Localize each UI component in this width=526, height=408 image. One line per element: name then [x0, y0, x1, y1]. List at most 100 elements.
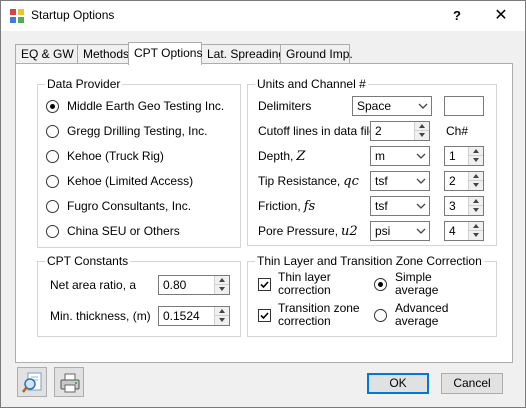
stepper-down-icon[interactable]: [469, 206, 483, 215]
stepper-up-icon[interactable]: [215, 307, 229, 316]
chevron-down-icon: [418, 103, 428, 109]
provider-label: Gregg Drilling Testing, Inc.: [67, 124, 208, 138]
tab-methods[interactable]: Methods: [77, 44, 130, 63]
stepper-down-icon[interactable]: [215, 316, 229, 325]
transition-zone-checkbox[interactable]: [258, 309, 271, 322]
depth-unit-value: m: [375, 149, 385, 163]
cutoff-lines-value: 2: [375, 124, 382, 138]
units-channel-title: Units and Channel #: [255, 77, 368, 91]
tip-resistance-unit-value: tsf: [375, 174, 388, 188]
provider-radio[interactable]: [46, 224, 59, 238]
magnifier-page-icon: [22, 372, 42, 393]
tab-eq-gw[interactable]: EQ & GW: [15, 44, 78, 63]
provider-label: Kehoe (Limited Access): [67, 174, 194, 188]
tip-resistance-channel-value: 2: [449, 174, 456, 188]
min-thickness-value: 0.1524: [163, 309, 200, 323]
channel-header: Ch#: [446, 124, 469, 138]
tip-resistance-unit-select[interactable]: tsf: [370, 171, 430, 191]
stepper-down-icon[interactable]: [415, 131, 429, 140]
stepper-down-icon[interactable]: [469, 156, 483, 165]
net-area-ratio-stepper[interactable]: 0.80: [158, 275, 230, 295]
advanced-average-label-2: average: [395, 314, 439, 328]
chevron-down-icon: [416, 153, 426, 159]
help-button[interactable]: ?: [445, 5, 469, 27]
depth-label: Depth, Z: [258, 149, 306, 164]
pore-pressure-unit-value: psi: [375, 224, 391, 238]
cancel-button[interactable]: Cancel: [441, 373, 503, 394]
cpt-options-panel: Data Provider Middle Earth Geo Testing I…: [15, 63, 513, 363]
thin-layer-title: Thin Layer and Transition Zone Correctio…: [255, 254, 484, 268]
provider-option-china-seu[interactable]: China SEU or Others: [46, 223, 180, 239]
simple-average-radio[interactable]: [374, 278, 387, 291]
simple-average-label: Simple: [395, 270, 432, 284]
stepper-up-icon[interactable]: [215, 276, 229, 285]
tab-lat-spreading[interactable]: Lat. Spreading: [201, 44, 285, 63]
provider-radio[interactable]: [46, 199, 59, 213]
provider-option-gregg[interactable]: Gregg Drilling Testing, Inc.: [46, 123, 208, 139]
net-area-ratio-label: Net area ratio, a: [50, 278, 137, 292]
preview-button[interactable]: [17, 367, 47, 397]
stepper-down-icon[interactable]: [469, 181, 483, 190]
transition-zone-correction-option[interactable]: Transition zone correction: [258, 302, 360, 328]
cutoff-lines-stepper[interactable]: 2: [370, 121, 430, 141]
stepper-down-icon[interactable]: [215, 285, 229, 294]
thin-layer-group: Thin Layer and Transition Zone Correctio…: [247, 254, 497, 337]
advanced-average-label: Advanced: [395, 301, 449, 315]
tab-ground-imp[interactable]: Ground Imp.: [280, 44, 353, 63]
pore-pressure-label: Pore Pressure, u2: [258, 224, 358, 239]
depth-channel-stepper[interactable]: 1: [444, 146, 484, 166]
tip-resistance-channel-stepper[interactable]: 2: [444, 171, 484, 191]
delimiters-label: Delimiters: [258, 99, 312, 113]
simple-average-option[interactable]: Simple average: [374, 271, 438, 297]
delimiter-custom-input[interactable]: [444, 96, 484, 116]
friction-unit-value: tsf: [375, 199, 388, 213]
cpt-constants-title: CPT Constants: [45, 254, 131, 268]
friction-unit-select[interactable]: tsf: [370, 196, 430, 216]
provider-radio[interactable]: [46, 174, 59, 188]
stepper-up-icon[interactable]: [469, 222, 483, 231]
cpt-constants-group: CPT Constants Net area ratio, a 0.80 Min…: [37, 254, 241, 337]
stepper-up-icon[interactable]: [415, 122, 429, 131]
pore-pressure-unit-select[interactable]: psi: [370, 221, 430, 241]
simple-average-label-2: average: [395, 283, 439, 297]
depth-unit-select[interactable]: m: [370, 146, 430, 166]
thin-layer-correction-option[interactable]: Thin layer correction: [258, 271, 331, 297]
pore-pressure-channel-value: 4: [449, 224, 456, 238]
advanced-average-radio[interactable]: [374, 309, 387, 322]
advanced-average-option[interactable]: Advanced average: [374, 302, 448, 328]
provider-option-kehoe-truck[interactable]: Kehoe (Truck Rig): [46, 148, 164, 164]
close-button[interactable]: ✕: [489, 5, 513, 27]
tab-cpt-options[interactable]: CPT Options: [128, 42, 202, 65]
ok-button[interactable]: OK: [367, 373, 429, 394]
stepper-down-icon[interactable]: [469, 231, 483, 240]
chevron-down-icon: [416, 178, 426, 184]
provider-radio-selected[interactable]: [46, 99, 59, 113]
provider-option-middle-earth[interactable]: Middle Earth Geo Testing Inc.: [46, 98, 224, 114]
provider-option-fugro[interactable]: Fugro Consultants, Inc.: [46, 198, 191, 214]
checkmark-icon: [260, 312, 269, 320]
friction-channel-stepper[interactable]: 3: [444, 196, 484, 216]
transition-zone-label: Transition zone: [278, 301, 360, 315]
app-icon: [9, 8, 25, 24]
print-button[interactable]: [54, 367, 84, 397]
provider-label: Fugro Consultants, Inc.: [67, 199, 192, 213]
provider-radio[interactable]: [46, 124, 59, 138]
friction-channel-value: 3: [449, 199, 456, 213]
stepper-up-icon[interactable]: [469, 172, 483, 181]
startup-options-dialog: Startup Options ? ✕ EQ & GW Methods CPT …: [0, 0, 526, 408]
pore-pressure-channel-stepper[interactable]: 4: [444, 221, 484, 241]
delimiters-select[interactable]: Space: [352, 96, 432, 116]
friction-label: Friction, fs: [258, 199, 316, 214]
thin-layer-label: Thin layer: [278, 270, 331, 284]
stepper-up-icon[interactable]: [469, 147, 483, 156]
chevron-down-icon: [416, 203, 426, 209]
thin-layer-checkbox[interactable]: [258, 278, 271, 291]
min-thickness-stepper[interactable]: 0.1524: [158, 306, 230, 326]
min-thickness-label: Min. thickness, (m): [50, 309, 151, 323]
stepper-up-icon[interactable]: [469, 197, 483, 206]
provider-option-kehoe-limited[interactable]: Kehoe (Limited Access): [46, 173, 193, 189]
thin-layer-label-2: correction: [278, 283, 331, 297]
window-title: Startup Options: [31, 8, 115, 22]
provider-radio[interactable]: [46, 149, 59, 163]
data-provider-title: Data Provider: [45, 77, 123, 91]
